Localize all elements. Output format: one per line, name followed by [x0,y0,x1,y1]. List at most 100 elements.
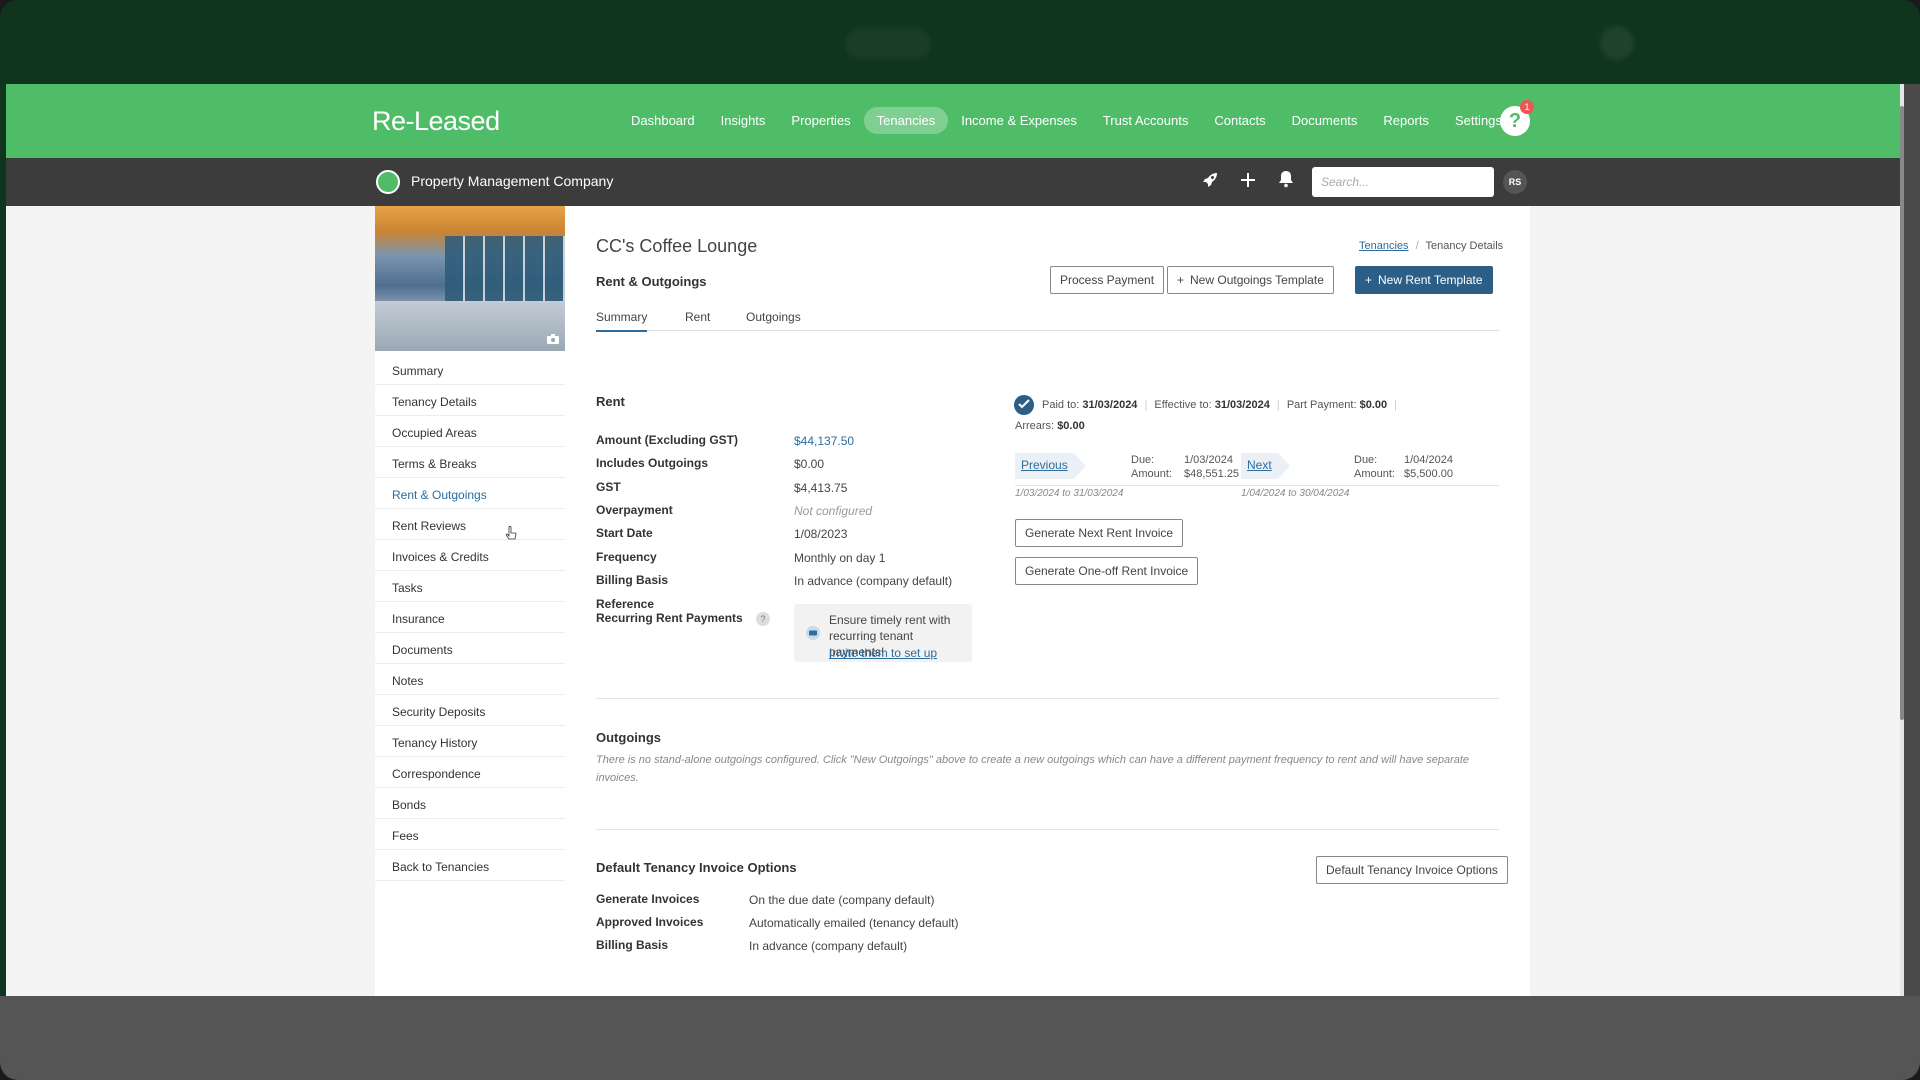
sidebar-item-back-to-tenancies[interactable]: Back to Tenancies [375,850,565,881]
invite-setup-link[interactable]: Invite them to set up [829,646,937,660]
org-name[interactable]: Property Management Company [411,173,613,189]
nav-item-insights[interactable]: Insights [708,107,779,134]
sidebar-item-bonds[interactable]: Bonds [375,788,565,819]
photo-floor [375,301,565,351]
approved-invoices-label: Approved Invoices [596,915,704,929]
paid-to-label: Paid to: [1042,399,1080,411]
next-amount-label: Amount: [1354,468,1395,480]
sidebar-item-correspondence[interactable]: Correspondence [375,757,565,788]
user-avatar[interactable]: RS [1503,170,1527,194]
next-period-button[interactable]: Next [1241,453,1290,479]
default-invoice-options-button[interactable]: Default Tenancy Invoice Options [1316,856,1508,884]
part-payment-label: Part Payment: [1286,399,1357,411]
property-photo [375,206,565,351]
help-badge: 1 [1520,100,1534,114]
generate-oneoff-rent-invoice-button[interactable]: Generate One-off Rent Invoice [1015,557,1199,585]
nav-item-reports[interactable]: Reports [1370,107,1442,134]
status-divider: | [1276,399,1280,411]
tab-rent[interactable]: Rent [685,310,710,330]
sidebar-item-tenancy-history[interactable]: Tenancy History [375,726,565,757]
overpayment-value: Not configured [794,504,873,518]
plus-icon[interactable] [1236,170,1260,194]
includes-outgoings-value: $0.00 [794,457,825,471]
breadcrumb-current: Tenancy Details [1425,240,1504,252]
previous-period-range: 1/03/2024 to 31/03/2024 [1015,488,1124,499]
new-rent-template-button[interactable]: + New Rent Template [1355,266,1493,294]
main-nav: Dashboard Insights Properties Tenancies Inco… [618,107,1515,134]
amount-value[interactable]: $44,137.50 [794,434,854,448]
invoice-billing-basis-label: Billing Basis [596,938,669,952]
gst-value: $4,413.75 [794,481,848,495]
previous-due-value: 1/03/2024 [1184,454,1233,466]
sidebar-item-tenancy-details[interactable]: Tenancy Details [375,385,565,416]
backdrop-top [0,0,1920,84]
previous-amount-label: Amount: [1131,468,1172,480]
sidebar-item-notes[interactable]: Notes [375,664,565,695]
generate-invoices-value: On the due date (company default) [749,893,935,907]
bell-icon[interactable] [1274,170,1298,194]
tab-outgoings[interactable]: Outgoings [746,310,801,330]
previous-period-labels: Due: Amount: [1131,453,1172,481]
previous-period-button[interactable]: Previous [1015,453,1086,479]
sidebar-item-fees[interactable]: Fees [375,819,565,850]
nav-item-income-expenses[interactable]: Income & Expenses [948,107,1090,134]
sidebar-item-rent-outgoings[interactable]: Rent & Outgoings [375,478,565,509]
nav-item-contacts[interactable]: Contacts [1201,107,1278,134]
nav-item-properties[interactable]: Properties [778,107,863,134]
nav-item-tenancies[interactable]: Tenancies [863,107,949,134]
recurring-payments-promo: Ensure timely rent with recurring tenant… [794,604,972,662]
billing-basis-label: Billing Basis [596,573,669,587]
recurring-payments-label: Recurring Rent Payments [596,611,743,625]
credit-card-icon [805,626,821,640]
sidebar-item-security-deposits[interactable]: Security Deposits [375,695,565,726]
brand-logo[interactable]: Re-Leased [372,106,500,137]
next-due-value: 1/04/2024 [1404,454,1453,466]
backdrop-pill [845,28,931,58]
nav-item-trust-accounts[interactable]: Trust Accounts [1090,107,1202,134]
status-divider: | [1144,399,1148,411]
sidebar-item-occupied-areas[interactable]: Occupied Areas [375,416,565,447]
generate-next-rent-invoice-button[interactable]: Generate Next Rent Invoice [1015,519,1184,547]
generate-invoices-label: Generate Invoices [596,892,700,906]
sidebar-item-tasks[interactable]: Tasks [375,571,565,602]
camera-icon[interactable] [547,334,559,344]
sidebar-item-insurance[interactable]: Insurance [375,602,565,633]
rent-status-line: Paid to: 31/03/2024 | Effective to: 31/0… [1042,399,1401,411]
tenancy-sidebar: Summary Tenancy Details Occupied Areas Term… [375,206,565,996]
invoice-billing-basis-value: In advance (company default) [749,939,908,953]
main-content: CC's Coffee Lounge Tenancies / Tenancy D… [565,206,1530,996]
sidebar-item-rent-reviews[interactable]: Rent Reviews [375,509,565,540]
sidebar-item-invoices-credits[interactable]: Invoices & Credits [375,540,565,571]
start-date-label: Start Date [596,526,653,540]
org-bar: Property Management Company RS [6,158,1904,206]
overpayment-label: Overpayment [596,503,673,517]
tab-summary[interactable]: Summary [596,310,648,332]
nav-item-documents[interactable]: Documents [1279,107,1371,134]
process-payment-button[interactable]: Process Payment [1050,266,1165,294]
sidebar-item-summary[interactable]: Summary [375,354,565,385]
includes-outgoings-label: Includes Outgoings [596,456,709,470]
new-rent-template-label: New Rent Template [1378,273,1483,287]
sidebar-item-documents[interactable]: Documents [375,633,565,664]
tab-bar: Summary Rent Outgoings [596,310,1499,332]
paid-check-icon [1014,395,1034,415]
section-divider [596,829,1499,830]
new-outgoings-template-button[interactable]: + New Outgoings Template [1167,266,1334,294]
help-question-icon[interactable]: ? [756,612,770,626]
photo-glass-facade [445,236,565,306]
breadcrumb-tenancies-link[interactable]: Tenancies [1359,240,1409,252]
org-logo [376,170,400,194]
top-navigation: Re-Leased Dashboard Insights Properties Ten… [6,84,1904,158]
previous-period-values: 1/03/2024 $48,551.25 [1184,453,1239,481]
part-payment-value: $0.00 [1359,399,1388,411]
scrollbar-thumb[interactable] [1900,106,1904,720]
plus-icon: + [1365,273,1373,287]
nav-item-dashboard[interactable]: Dashboard [618,107,708,134]
sidebar-item-terms-breaks[interactable]: Terms & Breaks [375,447,565,478]
billing-basis-value: In advance (company default) [794,574,953,588]
rocket-icon[interactable] [1198,170,1222,194]
search-input[interactable] [1312,167,1494,197]
arrears-value: $0.00 [1057,420,1085,432]
app-window: Re-Leased Dashboard Insights Properties Ten… [6,84,1904,996]
gst-label: GST [596,480,621,494]
